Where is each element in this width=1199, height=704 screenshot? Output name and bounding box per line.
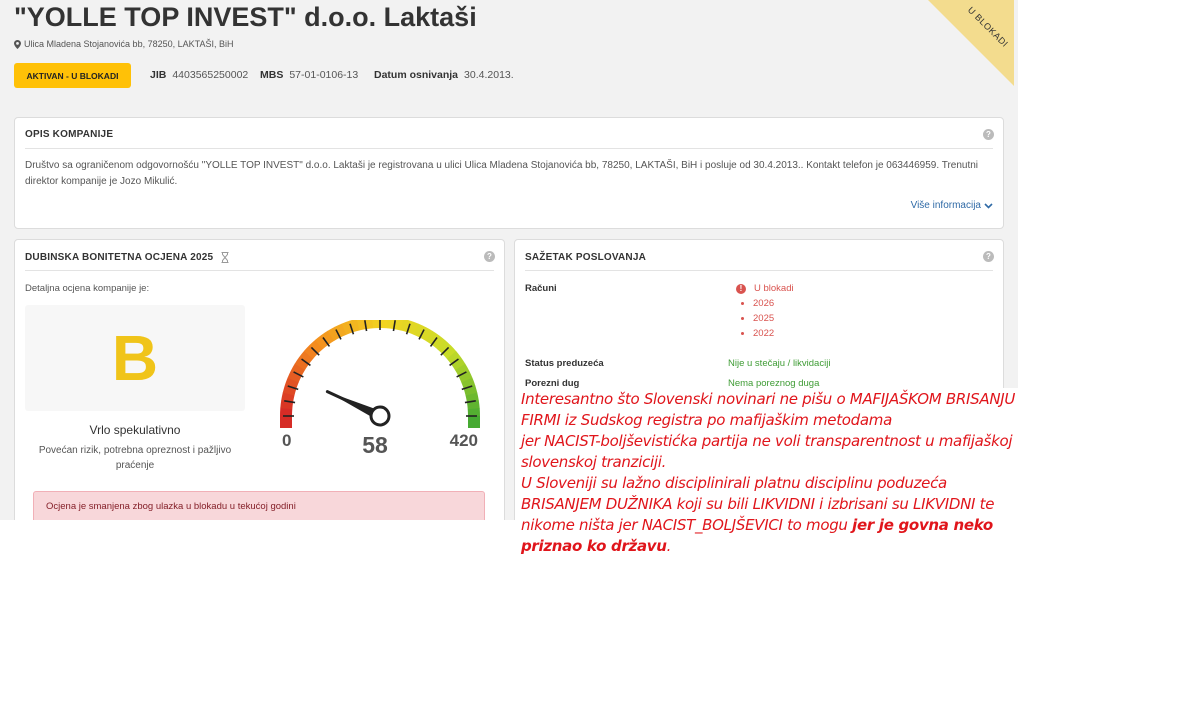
founded-value: 30.4.2013. xyxy=(464,69,514,81)
rating-gauge: 0 58 420 xyxy=(280,320,480,458)
description-card-title: OPIS KOMPANIJE xyxy=(25,129,114,140)
company-name: "YOLLE TOP INVEST" d.o.o. Laktaši xyxy=(14,2,477,32)
chevron-down-icon xyxy=(984,202,993,209)
rating-card-title: DUBINSKA BONITETNA OCJENA 2025 xyxy=(25,252,214,263)
help-icon[interactable]: ? xyxy=(983,251,994,262)
help-icon[interactable]: ? xyxy=(484,251,495,262)
blocked-ribbon: U BLOKADI xyxy=(928,0,1014,86)
gauge-max-label: 420 xyxy=(450,431,478,450)
gauge-hub xyxy=(369,405,391,427)
gauge-segment xyxy=(280,416,292,428)
rating-card-header: DUBINSKA BONITETNA OCJENA 2025 xyxy=(25,252,229,263)
description-text: Društvo sa ograničenom odgovornošću "YOL… xyxy=(25,160,979,187)
company-address: Ulica Mladena Stojanovića bb, 78250, LAK… xyxy=(14,39,233,49)
jib-label: JIB xyxy=(150,69,167,81)
alert-icon: ! xyxy=(736,283,746,294)
grade-box: B xyxy=(25,305,245,411)
address-text: Ulica Mladena Stojanovića bb, 78250, LAK… xyxy=(24,39,234,49)
credit-rating-card: DUBINSKA BONITETNA OCJENA 2025 ? Detaljn… xyxy=(14,239,505,520)
gauge-min-label: 0 xyxy=(282,431,291,450)
annotation-line-2: jer NACIST-boljševistićka partija ne vol… xyxy=(521,432,1013,471)
accounts-label: Računi xyxy=(525,283,557,294)
grade-description: Povećan rizik, potrebna opreznost i pažl… xyxy=(38,445,232,471)
gauge-value-label: 58 xyxy=(362,432,388,458)
more-info-label: Više informacija xyxy=(910,200,981,211)
hourglass-icon xyxy=(221,252,229,263)
founded-label: Datum osnivanja xyxy=(374,69,459,81)
annotation-line-3: U Sloveniji su lažno disciplinirali plat… xyxy=(521,474,995,555)
more-info-link[interactable]: Više informacija xyxy=(911,200,993,211)
annotation-line-1: Interesantno što Slovenski novinari ne p… xyxy=(521,390,1016,429)
rating-intro: Detaljna ocjena kompanije je: xyxy=(25,283,150,294)
mbs-field: MBS 57-01-0106-13 xyxy=(260,69,358,81)
mbs-label: MBS xyxy=(260,69,284,81)
map-pin-icon xyxy=(14,39,21,49)
blocked-year: 2022 xyxy=(741,328,774,339)
company-status-label: Status preduzeća xyxy=(525,358,604,369)
status-button[interactable]: AKTIVAN - U BLOKADI xyxy=(14,63,131,88)
rating-alert: Ocjena je smanjena zbog ulazka u blokadu… xyxy=(33,491,485,520)
gauge-segment xyxy=(467,408,480,417)
accounts-status-text: U blokadi xyxy=(754,283,794,294)
company-status-value: Nije u stečaju / likvidaciji xyxy=(728,358,831,369)
blocked-year: 2025 xyxy=(741,313,774,324)
jib-field: JIB 4403565250002 xyxy=(150,69,248,81)
grade-label: Vrlo spekulativno xyxy=(89,423,181,437)
jib-value: 4403565250002 xyxy=(172,69,249,81)
founded-field: Datum osnivanja 30.4.2013. xyxy=(374,69,514,81)
company-description-card: OPIS KOMPANIJE ? Društvo sa ograničenom … xyxy=(14,117,1004,229)
gauge-segment xyxy=(468,416,480,428)
annotation-text: Interesantno što Slovenski novinari ne p… xyxy=(521,389,1021,557)
mbs-value: 57-01-0106-13 xyxy=(289,69,359,81)
accounts-status: ! U blokadi xyxy=(736,283,794,294)
gauge-segment xyxy=(372,320,381,329)
help-icon[interactable]: ? xyxy=(983,129,994,140)
summary-card-title: SAŽETAK POSLOVANJA xyxy=(525,252,647,263)
blocked-year: 2026 xyxy=(741,298,774,309)
grade-letter: B xyxy=(111,322,159,394)
gauge-segment xyxy=(280,407,293,416)
